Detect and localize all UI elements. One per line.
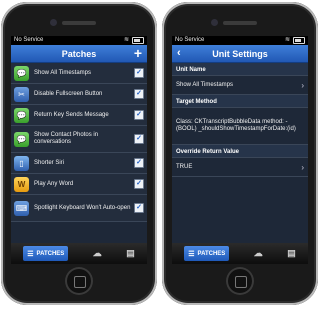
nav-bar: Patches + — [11, 45, 147, 63]
home-button[interactable] — [65, 267, 93, 295]
checkbox[interactable]: ✓ — [134, 134, 144, 144]
right-screen: No Service ≋ ‹ Unit Settings Unit Name S… — [172, 36, 308, 264]
tab-cloud[interactable]: ☁ — [254, 246, 263, 261]
speaker — [223, 21, 257, 25]
message-bubble-icon: 💬 — [14, 107, 29, 123]
item-label: Return Key Sends Message — [34, 111, 109, 118]
battery-icon — [293, 37, 305, 44]
cloud-icon: ☁ — [92, 248, 102, 258]
list-item[interactable]: ✂ Disable Fullscreen Button ✓ — [11, 84, 147, 105]
camera — [211, 19, 218, 26]
speaker — [62, 21, 96, 25]
book-icon: ▤ — [126, 248, 135, 258]
carrier-label: No Service — [14, 37, 44, 43]
list-item[interactable]: 💬 Show Contact Photos in conversations ✓ — [11, 126, 147, 153]
list-item[interactable]: ▯ Shorter Siri ✓ — [11, 153, 147, 174]
chevron-right-icon: › — [301, 80, 304, 90]
tools-icon: ✂ — [14, 86, 29, 102]
tab-label: PATCHES — [197, 250, 226, 257]
home-button[interactable] — [226, 267, 254, 295]
item-label: Disable Fullscreen Button — [34, 90, 103, 97]
item-label: Show All Timestamps — [34, 69, 92, 76]
checkbox[interactable]: ✓ — [134, 89, 144, 99]
tab-book[interactable]: ▤ — [126, 246, 135, 261]
unit-name-cell[interactable]: Show All Timestamps › — [172, 76, 308, 95]
page-title: Unit Settings — [212, 48, 268, 59]
cell-value: TRUE — [176, 163, 193, 170]
item-label: Show Contact Photos in conversations — [34, 132, 99, 145]
cloud-icon: ☁ — [253, 248, 263, 258]
tab-cloud[interactable]: ☁ — [93, 246, 102, 261]
tab-label: PATCHES — [36, 250, 65, 257]
wifi-icon: ≋ — [284, 37, 290, 43]
cell-value: Class: CKTranscriptBubbleData method: - … — [176, 119, 296, 132]
chevron-right-icon: › — [301, 162, 304, 172]
camera — [50, 19, 57, 26]
item-label: Spotlight Keyboard Won't Auto-open — [34, 204, 131, 211]
section-header: Override Return Value — [172, 145, 308, 158]
status-bar: No Service ≋ — [172, 36, 308, 45]
section-header: Target Method — [172, 95, 308, 108]
tab-book[interactable]: ▤ — [287, 246, 296, 261]
page-title: Patches — [61, 48, 97, 59]
wifi-icon: ≋ — [123, 37, 129, 43]
phone-icon: ▯ — [14, 155, 29, 171]
target-method-cell: Class: CKTranscriptBubbleData method: - … — [172, 108, 308, 145]
settings-panel: Unit Name Show All Timestamps › Target M… — [172, 63, 308, 177]
item-label: Shorter Siri — [34, 159, 65, 166]
tab-patches[interactable]: ☰ PATCHES — [184, 246, 230, 261]
carrier-label: No Service — [175, 37, 205, 43]
tab-bar: ☰ PATCHES ☁ ▤ — [172, 243, 308, 264]
checkbox[interactable]: ✓ — [134, 179, 144, 189]
right-phone: No Service ≋ ‹ Unit Settings Unit Name S… — [162, 2, 318, 305]
words-game-icon: W — [14, 176, 29, 192]
status-bar: No Service ≋ — [11, 36, 147, 45]
list-item[interactable]: 💬 Return Key Sends Message ✓ — [11, 105, 147, 126]
tab-patches[interactable]: ☰ PATCHES — [23, 246, 69, 261]
nav-bar: ‹ Unit Settings — [172, 45, 308, 63]
add-button[interactable]: + — [134, 45, 142, 62]
left-phone: No Service ≋ Patches + 💬 Show All Timest… — [1, 2, 157, 305]
list-icon: ☰ — [27, 250, 34, 258]
checkbox[interactable]: ✓ — [134, 110, 144, 120]
checkbox[interactable]: ✓ — [134, 158, 144, 168]
list-item[interactable]: 💬 Show All Timestamps ✓ — [11, 63, 147, 84]
override-cell[interactable]: TRUE › — [172, 158, 308, 177]
patches-list: 💬 Show All Timestamps ✓ ✂ Disable Fullsc… — [11, 63, 147, 222]
message-bubble-icon: 💬 — [14, 65, 29, 81]
left-screen: No Service ≋ Patches + 💬 Show All Timest… — [11, 36, 147, 264]
list-item[interactable]: ⌨ Spotlight Keyboard Won't Auto-open ✓ — [11, 195, 147, 222]
tab-bar: ☰ PATCHES ☁ ▤ — [11, 243, 147, 264]
message-bubble-icon: 💬 — [14, 131, 29, 147]
section-header: Unit Name — [172, 63, 308, 76]
list-item[interactable]: W Play Any Word ✓ — [11, 174, 147, 195]
back-button[interactable]: ‹ — [177, 45, 181, 62]
item-label: Play Any Word — [34, 180, 74, 187]
battery-icon — [132, 37, 144, 44]
checkbox[interactable]: ✓ — [134, 203, 144, 213]
keyboard-icon: ⌨ — [14, 200, 29, 216]
book-icon: ▤ — [287, 248, 296, 258]
list-icon: ☰ — [188, 250, 195, 258]
cell-value: Show All Timestamps — [176, 81, 234, 88]
checkbox[interactable]: ✓ — [134, 68, 144, 78]
